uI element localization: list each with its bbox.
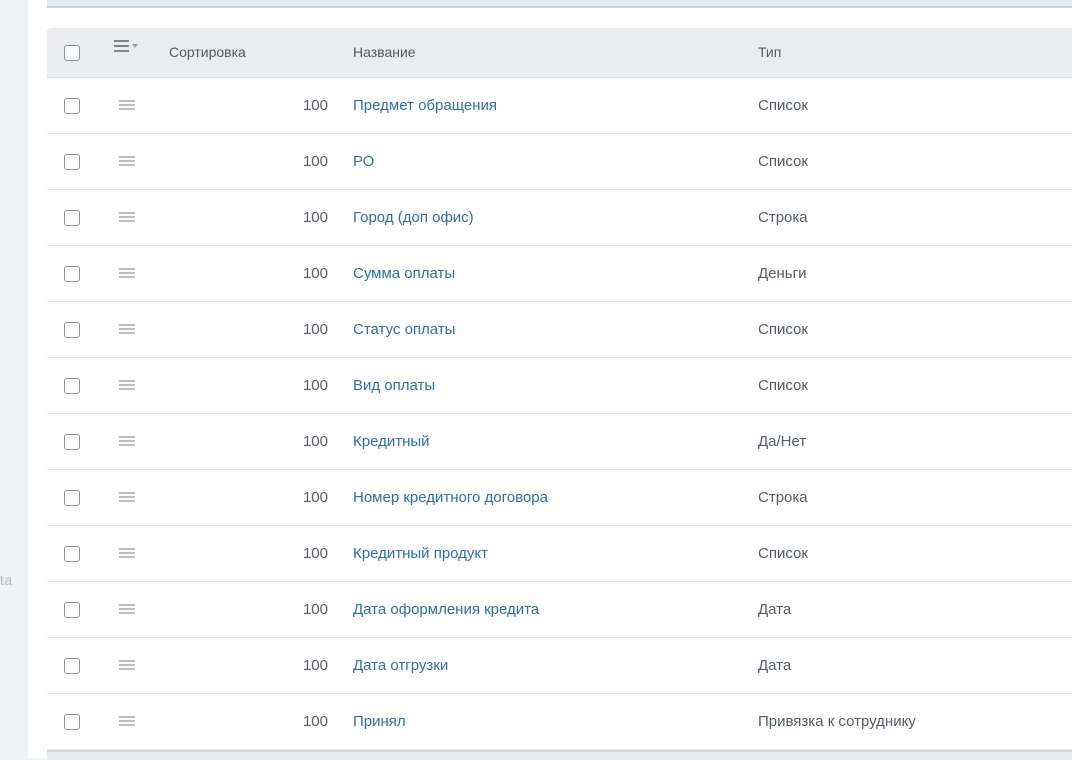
row-checkbox[interactable] <box>64 601 80 618</box>
row-menu-icon[interactable] <box>119 99 135 112</box>
row-menu-icon[interactable] <box>119 435 135 448</box>
table-row[interactable]: 100 Номер кредитного договора Строка <box>47 470 1072 526</box>
table-body: 100 Предмет обращения Список 100 РО Список 100… <box>47 78 1072 750</box>
column-header-name[interactable]: Название <box>353 28 416 77</box>
row-name-link[interactable]: Принял <box>353 694 406 749</box>
sidebar-partial-label: ta <box>0 572 13 588</box>
row-name-link[interactable]: Номер кредитного договора <box>353 470 548 525</box>
row-sort-value: 100 <box>302 265 328 282</box>
row-checkbox[interactable] <box>64 377 80 394</box>
table-footer-edge <box>47 750 1072 760</box>
table-row[interactable]: 100 РО Список <box>47 134 1072 190</box>
row-checkbox[interactable] <box>64 153 80 170</box>
row-checkbox[interactable] <box>64 97 80 114</box>
table-row[interactable]: 100 Статус оплаты Список <box>47 302 1072 358</box>
table-row[interactable]: 100 Дата отгрузки Дата <box>47 638 1072 694</box>
row-menu-icon[interactable] <box>119 603 135 616</box>
row-sort-value: 100 <box>302 433 328 450</box>
row-sort-value: 100 <box>302 377 328 394</box>
row-sort-value: 100 <box>302 209 328 226</box>
row-checkbox[interactable] <box>64 713 80 730</box>
row-name-link[interactable]: Город (доп офис) <box>353 190 474 245</box>
column-settings-menu-icon[interactable] <box>114 40 140 54</box>
row-menu-icon[interactable] <box>119 323 135 336</box>
top-panel-edge <box>47 0 1072 8</box>
row-sort-value: 100 <box>302 657 328 674</box>
row-checkbox[interactable] <box>64 545 80 562</box>
row-sort-value: 100 <box>302 153 328 170</box>
row-type: Дата <box>758 601 792 618</box>
row-sort-value: 100 <box>302 489 328 506</box>
table-row[interactable]: 100 Кредитный Да/Нет <box>47 414 1072 470</box>
table-row[interactable]: 100 Кредитный продукт Список <box>47 526 1072 582</box>
row-type: Список <box>758 321 808 338</box>
row-menu-icon[interactable] <box>119 155 135 168</box>
row-name-link[interactable]: Дата оформления кредита <box>353 582 539 637</box>
column-header-type[interactable]: Тип <box>758 28 781 77</box>
table-row[interactable]: 100 Принял Привязка к сотруднику <box>47 694 1072 750</box>
fields-table: Сортировка Название Тип 100 Предмет обращ… <box>47 28 1072 750</box>
row-name-link[interactable]: РО <box>353 134 374 189</box>
row-menu-icon[interactable] <box>119 267 135 280</box>
row-checkbox[interactable] <box>64 209 80 226</box>
row-menu-icon[interactable] <box>119 379 135 392</box>
row-type: Привязка к сотруднику <box>758 713 916 730</box>
row-sort-value: 100 <box>302 713 328 730</box>
row-type: Да/Нет <box>758 433 807 450</box>
row-menu-icon[interactable] <box>119 547 135 560</box>
row-menu-icon[interactable] <box>119 211 135 224</box>
row-name-link[interactable]: Статус оплаты <box>353 302 455 357</box>
table-row[interactable]: 100 Предмет обращения Список <box>47 78 1072 134</box>
row-name-link[interactable]: Сумма оплаты <box>353 246 455 301</box>
row-type: Список <box>758 377 808 394</box>
row-type: Дата <box>758 657 792 674</box>
row-type: Список <box>758 545 808 562</box>
row-sort-value: 100 <box>302 545 328 562</box>
row-name-link[interactable]: Вид оплаты <box>353 358 435 413</box>
table-header: Сортировка Название Тип <box>47 28 1072 78</box>
row-type: Список <box>758 153 808 170</box>
row-checkbox[interactable] <box>64 321 80 338</box>
row-sort-value: 100 <box>302 321 328 338</box>
table-row[interactable]: 100 Город (доп офис) Строка <box>47 190 1072 246</box>
table-row[interactable]: 100 Сумма оплаты Деньги <box>47 246 1072 302</box>
row-checkbox[interactable] <box>64 489 80 506</box>
row-type: Список <box>758 97 808 114</box>
row-checkbox[interactable] <box>64 433 80 450</box>
row-sort-value: 100 <box>302 97 328 114</box>
row-name-link[interactable]: Предмет обращения <box>353 78 497 133</box>
row-menu-icon[interactable] <box>119 715 135 728</box>
row-type: Деньги <box>758 265 807 282</box>
row-type: Строка <box>758 209 808 226</box>
column-header-sort[interactable]: Сортировка <box>169 28 246 77</box>
row-type: Строка <box>758 489 808 506</box>
select-all-checkbox[interactable] <box>64 44 80 61</box>
table-row[interactable]: 100 Дата оформления кредита Дата <box>47 582 1072 638</box>
row-name-link[interactable]: Кредитный продукт <box>353 526 488 581</box>
row-menu-icon[interactable] <box>119 491 135 504</box>
row-sort-value: 100 <box>302 601 328 618</box>
chevron-down-icon <box>132 44 138 48</box>
row-menu-icon[interactable] <box>119 659 135 672</box>
left-sidebar: ta <box>0 0 28 758</box>
row-checkbox[interactable] <box>64 657 80 674</box>
row-name-link[interactable]: Дата отгрузки <box>353 638 448 693</box>
table-row[interactable]: 100 Вид оплаты Список <box>47 358 1072 414</box>
row-name-link[interactable]: Кредитный <box>353 414 430 469</box>
row-checkbox[interactable] <box>64 265 80 282</box>
